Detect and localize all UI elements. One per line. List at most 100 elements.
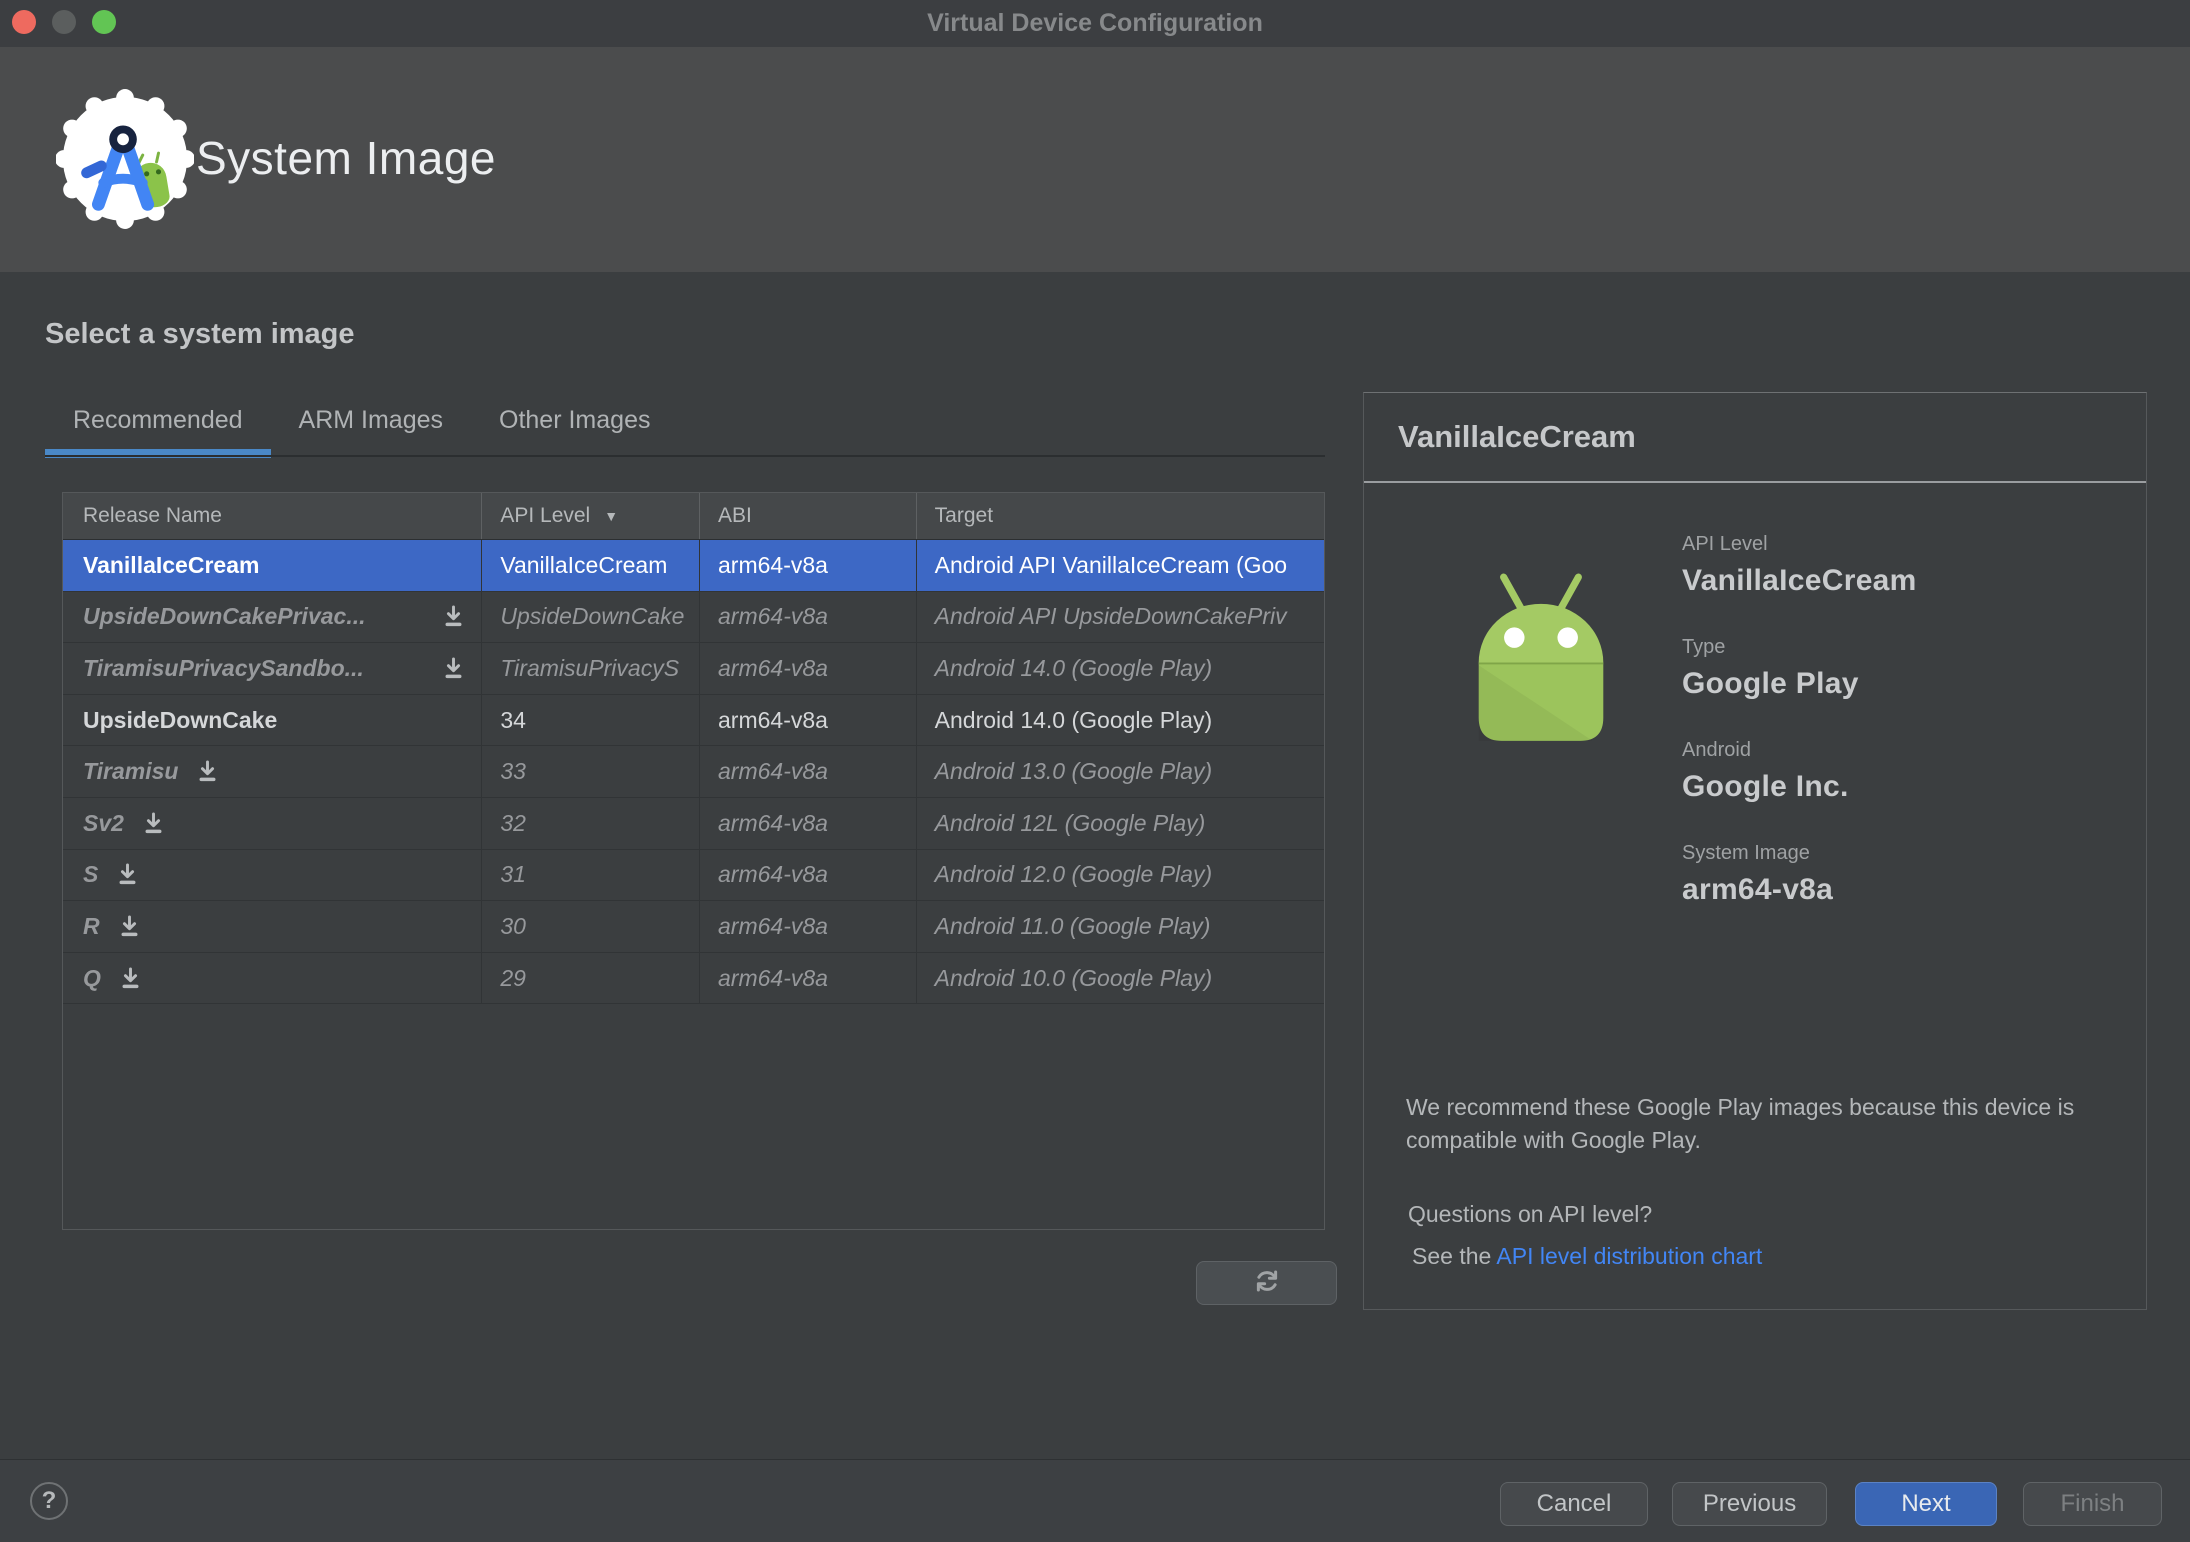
system-image-value: arm64-v8a xyxy=(1682,873,1834,906)
release-name-cell: S xyxy=(63,849,483,901)
question-mark-icon: ? xyxy=(41,1487,57,1514)
api-level-cell: 34 xyxy=(482,694,700,746)
target-cell: Android 10.0 (Google Play) xyxy=(934,964,1213,991)
release-name-cell: Q xyxy=(63,952,483,1004)
api-level-cell: 30 xyxy=(482,901,700,952)
help-button[interactable]: ? xyxy=(30,1482,68,1520)
release-name-cell: Sv2 xyxy=(63,797,483,849)
column-header-target[interactable]: Target xyxy=(917,493,1324,539)
table-body: VanillaIceCream VanillaIceCream arm64-v8a A… xyxy=(63,540,1324,1005)
android-studio-logo-icon xyxy=(55,89,195,229)
abi-cell: arm64-v8a xyxy=(700,694,917,746)
abi-cell: arm64-v8a xyxy=(700,952,917,1004)
target-cell: Android 11.0 (Google Play) xyxy=(934,912,1211,939)
api-level-cell: 33 xyxy=(482,746,700,797)
tab-arm-images[interactable]: ARM Images xyxy=(271,398,471,458)
title-bar: Virtual Device Configuration xyxy=(0,0,2190,47)
table-row[interactable]: Sv2 32 arm64-v8a Android 12L (Google Play) xyxy=(63,797,1324,850)
column-header-release-name[interactable]: Release Name xyxy=(63,493,483,539)
dialog-footer: ? Cancel Previous Next Finish xyxy=(0,1459,2190,1542)
abi-cell: arm64-v8a xyxy=(700,901,917,952)
refresh-icon xyxy=(1252,1266,1282,1301)
details-divider xyxy=(1364,481,2146,483)
target-cell: Android API UpsideDownCakePriv xyxy=(934,603,1287,630)
abi-cell: arm64-v8a xyxy=(700,591,917,643)
download-icon[interactable] xyxy=(117,965,144,992)
table-row[interactable]: UpsideDownCakePrivac... UpsideDownCake arm… xyxy=(63,591,1324,644)
abi-cell: arm64-v8a xyxy=(700,540,917,591)
download-icon[interactable] xyxy=(440,603,467,630)
recommendation-text: We recommend these Google Play images be… xyxy=(1406,1094,2075,1153)
refresh-button[interactable] xyxy=(1196,1261,1337,1305)
window-title: Virtual Device Configuration xyxy=(927,9,1263,37)
cancel-button[interactable]: Cancel xyxy=(1500,1482,1648,1526)
see-the-text: See the API level distribution chart xyxy=(1412,1243,1763,1269)
previous-button[interactable]: Previous xyxy=(1672,1482,1827,1526)
next-button[interactable]: Next xyxy=(1855,1482,1997,1526)
virtual-device-configuration-dialog: Virtual Device Configuration System Imag… xyxy=(0,0,2190,1542)
abi-cell: arm64-v8a xyxy=(700,849,917,901)
api-level-cell: 31 xyxy=(482,849,700,901)
table-row[interactable]: Q 29 arm64-v8a Android 10.0 (Google Play) xyxy=(63,952,1324,1005)
abi-cell: arm64-v8a xyxy=(700,643,917,694)
release-name: TiramisuPrivacySandbo... xyxy=(83,654,364,681)
target-cell: Android 12L (Google Play) xyxy=(934,809,1206,836)
table-row[interactable]: S 31 arm64-v8a Android 12.0 (Google Play) xyxy=(63,849,1324,902)
api-distribution-chart-link[interactable]: API level distribution chart xyxy=(1496,1243,1762,1269)
download-icon[interactable] xyxy=(440,655,467,682)
tab-other-images[interactable]: Other Images xyxy=(471,398,678,458)
column-header-api-level[interactable]: API Level ▼ xyxy=(482,493,700,539)
page-title: System Image xyxy=(196,132,496,184)
abi-cell: arm64-v8a xyxy=(700,797,917,849)
api-level-cell: 29 xyxy=(482,952,700,1004)
table-row[interactable]: R 30 arm64-v8a Android 11.0 (Google Play) xyxy=(63,901,1324,953)
release-name: UpsideDownCake xyxy=(83,706,278,733)
release-name: UpsideDownCakePrivac... xyxy=(83,603,366,630)
download-icon[interactable] xyxy=(114,861,141,888)
api-level-cell: VanillaIceCream xyxy=(482,540,700,591)
release-name-cell: UpsideDownCake xyxy=(63,694,483,746)
android-label: Android xyxy=(1682,739,1751,761)
table-row[interactable]: TiramisuPrivacySandbo... TiramisuPrivacyS… xyxy=(63,643,1324,695)
release-name-cell: Tiramisu xyxy=(63,746,483,797)
api-level-value: VanillaIceCream xyxy=(1682,564,1917,597)
wizard-header: System Image xyxy=(0,47,2190,272)
tab-divider xyxy=(45,455,1325,457)
finish-button[interactable]: Finish xyxy=(2023,1482,2162,1526)
release-name: R xyxy=(83,912,100,939)
tab-recommended[interactable]: Recommended xyxy=(45,398,271,458)
details-title: VanillaIceCream xyxy=(1398,419,1636,454)
table-row[interactable]: VanillaIceCream VanillaIceCream arm64-v8a A… xyxy=(63,540,1324,592)
release-name: VanillaIceCream xyxy=(83,551,260,578)
type-label: Type xyxy=(1682,636,1726,658)
target-cell: Android 14.0 (Google Play) xyxy=(934,706,1213,733)
release-name-cell: VanillaIceCream xyxy=(63,540,483,591)
target-cell: Android 12.0 (Google Play) xyxy=(934,861,1213,888)
details-fields: API Level VanillaIceCream Type Google Pl… xyxy=(1682,533,1917,945)
release-name: Q xyxy=(83,964,101,991)
api-level-cell: TiramisuPrivacyS xyxy=(482,643,700,694)
api-level-cell: UpsideDownCake xyxy=(482,591,700,643)
release-name-cell: UpsideDownCakePrivac... xyxy=(63,591,483,643)
download-icon[interactable] xyxy=(140,810,167,837)
section-heading: Select a system image xyxy=(45,318,355,350)
target-cell: Android API VanillaIceCream (Goo xyxy=(934,551,1288,578)
api-level-cell: 32 xyxy=(482,797,700,849)
table-row[interactable]: UpsideDownCake 34 arm64-v8a Android 14.0 (G… xyxy=(63,694,1324,747)
abi-cell: arm64-v8a xyxy=(700,746,917,797)
android-robot-icon xyxy=(1452,561,1630,757)
type-value: Google Play xyxy=(1682,667,1859,700)
download-icon[interactable] xyxy=(194,758,221,785)
release-name: S xyxy=(83,861,99,888)
column-header-abi[interactable]: ABI xyxy=(700,493,917,539)
android-value: Google Inc. xyxy=(1682,770,1849,803)
api-level-label: API Level xyxy=(1682,533,1768,555)
system-image-table: Release Name API Level ▼ ABI Target Vanil… xyxy=(62,492,1325,1230)
release-name: Tiramisu xyxy=(83,758,179,785)
target-cell: Android 14.0 (Google Play) xyxy=(934,654,1213,681)
table-row[interactable]: Tiramisu 33 arm64-v8a Android 13.0 (Google … xyxy=(63,746,1324,798)
api-question-text: Questions on API level? xyxy=(1408,1201,1653,1227)
sort-descending-icon: ▼ xyxy=(604,508,619,524)
download-icon[interactable] xyxy=(116,913,143,940)
system-image-label: System Image xyxy=(1682,842,1810,864)
